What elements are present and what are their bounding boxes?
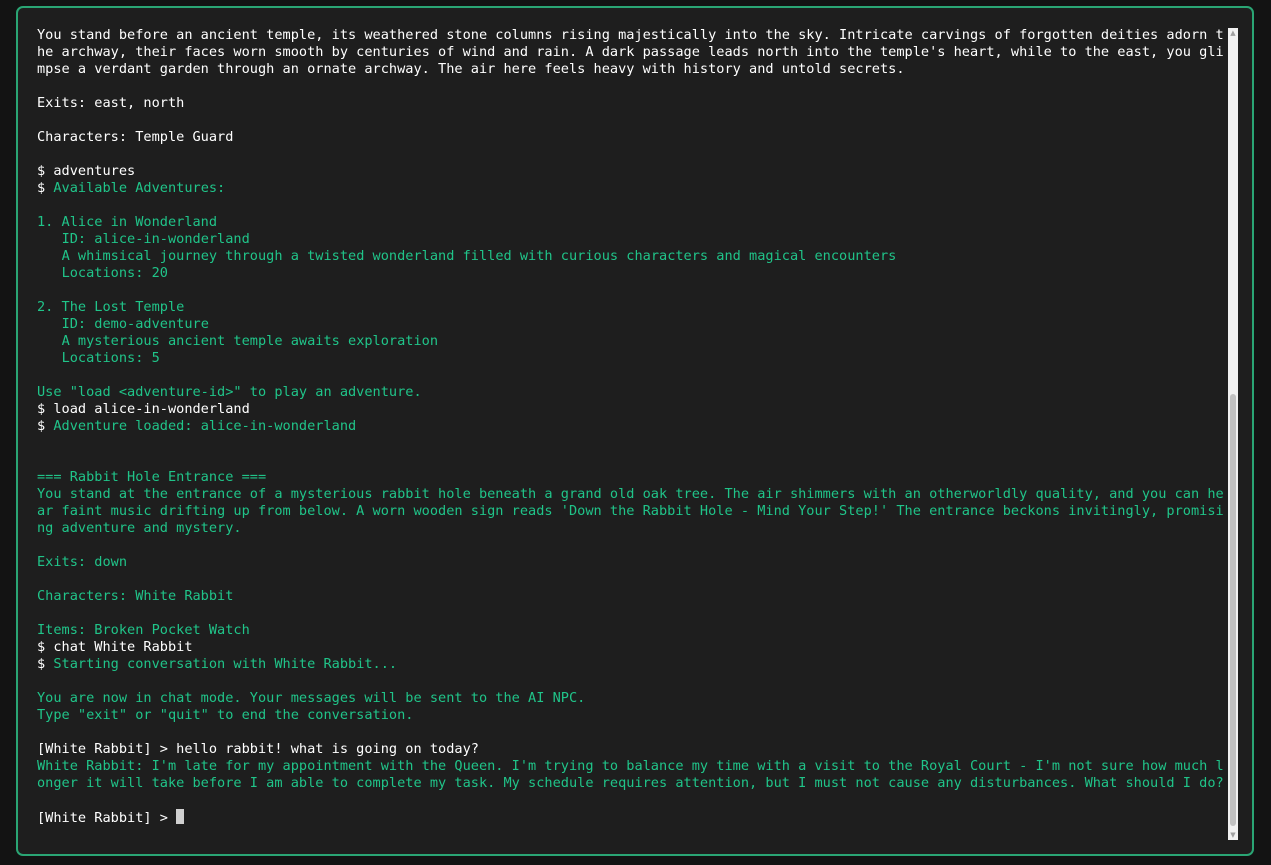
vertical-scrollbar[interactable]: ▲ ▼ — [1228, 28, 1238, 840]
text-cursor — [176, 809, 185, 824]
output-text: Available Adventures: — [53, 180, 226, 196]
input-prompt-line[interactable]: [White Rabbit] > — [37, 809, 1225, 827]
output-line: Type "exit" or "quit" to end the convers… — [37, 707, 414, 723]
output-line: Use "load <adventure-id>" to play an adv… — [37, 384, 422, 400]
output-text: Adventure loaded: alice-in-wonderland — [53, 418, 357, 434]
output-line: You are now in chat mode. Your messages … — [37, 690, 586, 706]
output-line: Locations: 20 — [37, 265, 168, 281]
output-line: A mysterious ancient temple awaits explo… — [37, 333, 439, 349]
scroll-down-arrow-icon[interactable]: ▼ — [1228, 830, 1238, 840]
output-line: Characters: White Rabbit — [37, 588, 234, 604]
output-line: You stand at the entrance of a mysteriou… — [37, 486, 1224, 536]
output-text: Starting conversation with White Rabbit.… — [53, 656, 398, 672]
command-line: Characters: Temple Guard — [37, 129, 234, 145]
command-line: $ adventures — [37, 163, 136, 179]
output-line: 1. Alice in Wonderland — [37, 214, 218, 230]
output-line: A whimsical journey through a twisted wo… — [37, 248, 897, 264]
scroll-up-arrow-icon[interactable]: ▲ — [1228, 28, 1238, 38]
prompt-symbol: $ — [37, 656, 54, 672]
output-line: ID: demo-adventure — [37, 316, 209, 332]
output-line: Exits: down — [37, 554, 128, 570]
output-line: === Rabbit Hole Entrance === — [37, 469, 267, 485]
command-line: $ load alice-in-wonderland — [37, 401, 250, 417]
command-line: [White Rabbit] > hello rabbit! what is g… — [37, 741, 479, 757]
output-line: Locations: 5 — [37, 350, 160, 366]
output-line: $ Available Adventures: — [37, 180, 1225, 197]
output-line: White Rabbit: I'm late for my appointmen… — [37, 758, 1224, 791]
terminal-window: You stand before an ancient temple, its … — [16, 6, 1254, 856]
output-line: $ Starting conversation with White Rabbi… — [37, 656, 1225, 673]
prompt-symbol: $ — [37, 418, 54, 434]
command-line: $ chat White Rabbit — [37, 639, 193, 655]
scrollbar-thumb[interactable] — [1230, 394, 1236, 826]
output-line: ID: alice-in-wonderland — [37, 231, 250, 247]
command-line: You stand before an ancient temple, its … — [37, 27, 1224, 77]
prompt-symbol: $ — [37, 180, 54, 196]
command-line: Exits: east, north — [37, 95, 185, 111]
chat-prompt: [White Rabbit] > — [37, 810, 177, 826]
output-line: Items: Broken Pocket Watch — [37, 622, 250, 638]
output-line: $ Adventure loaded: alice-in-wonderland — [37, 418, 1225, 435]
terminal-output[interactable]: You stand before an ancient temple, its … — [37, 27, 1225, 837]
output-line: 2. The Lost Temple — [37, 299, 185, 315]
